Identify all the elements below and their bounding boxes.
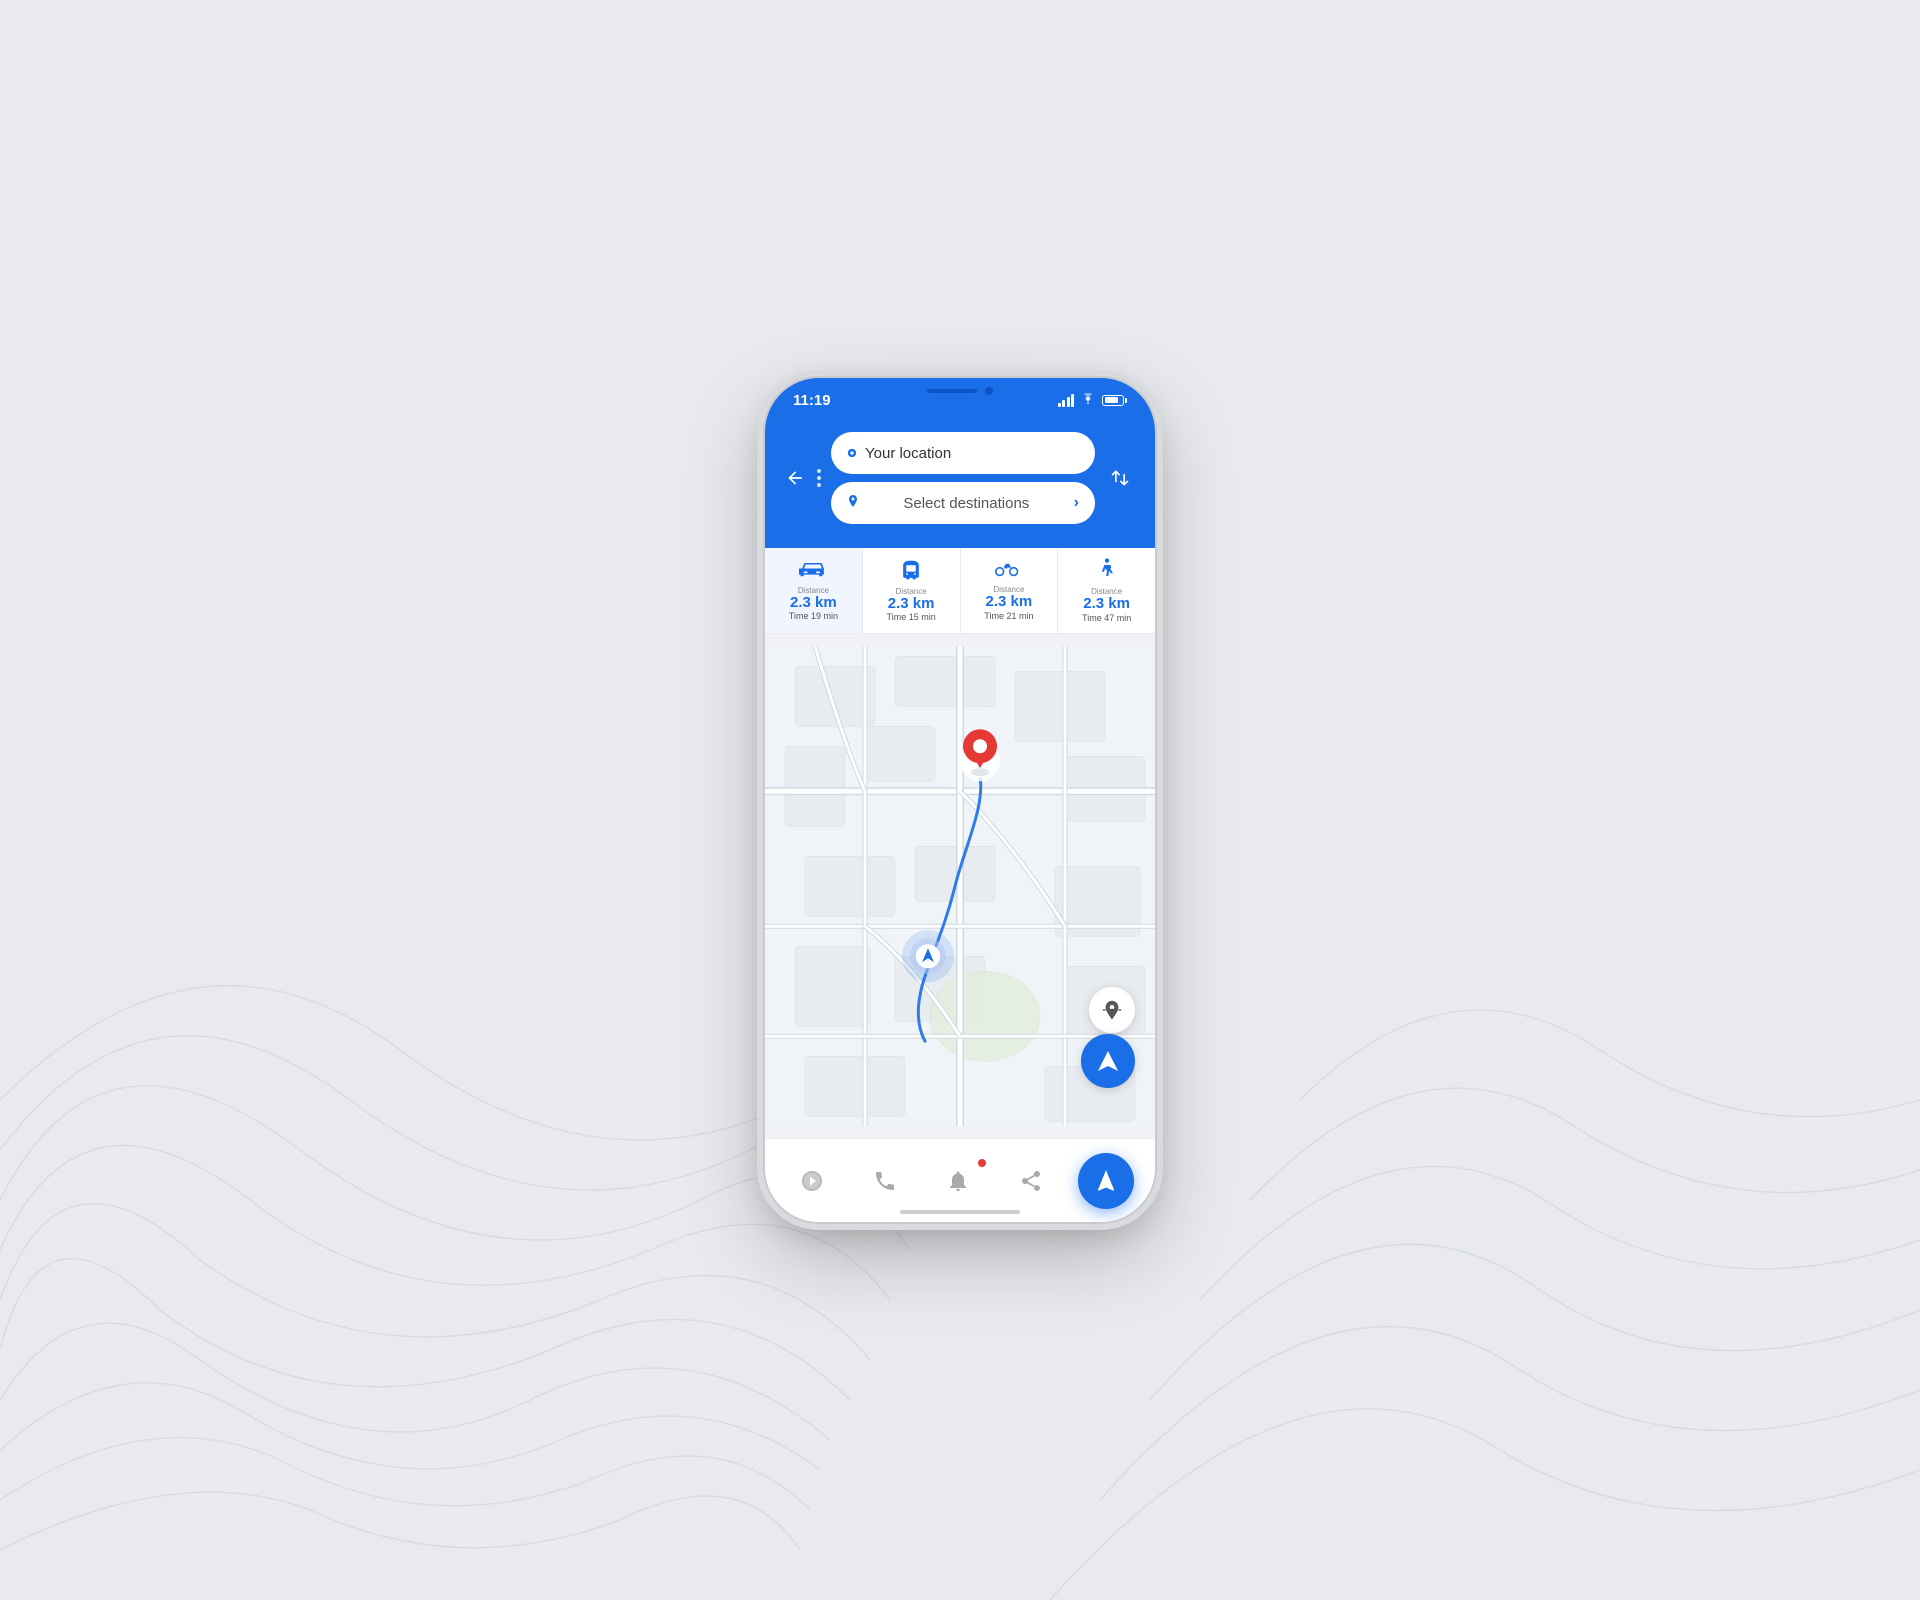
bike-distance: 2.3 km [986,594,1033,611]
bus-icon [899,559,923,587]
notification-badge [978,1159,986,1167]
map-area[interactable] [765,634,1155,1139]
back-button[interactable] [785,468,805,488]
bus-time: Time 15 min [887,612,936,622]
battery-icon [1102,395,1127,406]
header-section: Your location Select destinations › [765,422,1155,548]
walk-icon [1096,558,1118,587]
speaker [927,389,977,393]
bike-time: Time 21 min [984,611,1033,621]
dots-separator [817,469,821,487]
destination-input-text: Select destinations [903,495,1029,512]
bottom-nav [765,1138,1155,1222]
nav-navigate-active[interactable] [1078,1153,1134,1209]
nav-share[interactable] [1005,1161,1057,1201]
notch [900,378,1020,404]
your-location-input[interactable]: Your location [831,432,1095,474]
transport-bus[interactable]: Distance 2.3 km Time 15 min [863,548,961,633]
walk-distance: 2.3 km [1083,596,1130,613]
car-icon [799,560,827,586]
phone-device: 11:19 [765,378,1155,1222]
transport-car[interactable]: Distance 2.3 km Time 19 min [765,548,863,633]
location-input-text: Your location [865,445,951,462]
home-indicator [900,1210,1020,1214]
car-distance: 2.3 km [790,595,837,612]
swap-button[interactable] [1105,468,1135,488]
signal-icon [1058,394,1075,407]
bus-distance: 2.3 km [888,596,935,613]
car-time: Time 19 min [789,611,838,621]
location-inputs: Your location Select destinations › [831,432,1095,524]
status-time: 11:19 [793,392,831,409]
nav-call[interactable] [859,1161,911,1201]
status-icons [1058,392,1128,408]
wifi-icon [1080,392,1096,408]
nav-explore[interactable] [786,1161,838,1201]
transport-bar: Distance 2.3 km Time 19 min Distance 2.3… [765,548,1155,634]
transport-walk[interactable]: Distance 2.3 km Time 47 min [1058,548,1155,633]
navigate-button[interactable] [1081,1034,1135,1088]
locate-button[interactable] [1089,987,1135,1033]
destination-input[interactable]: Select destinations › [831,482,1095,524]
transport-bike[interactable]: Distance 2.3 km Time 21 min [961,548,1059,633]
front-camera [985,387,993,395]
walk-time: Time 47 min [1082,613,1131,623]
bike-icon [995,560,1023,585]
chevron-right-icon: › [1074,494,1079,512]
nav-notifications[interactable] [932,1161,984,1201]
